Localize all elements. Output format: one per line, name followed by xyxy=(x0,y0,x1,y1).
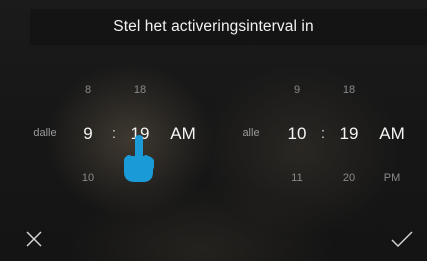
from-hour-next[interactable]: 10 xyxy=(82,172,94,184)
from-prefix-label: dalle xyxy=(33,127,57,139)
from-time-separator: : xyxy=(111,125,117,142)
close-icon[interactable] xyxy=(25,230,43,248)
to-minute-selected[interactable]: 19 xyxy=(340,124,359,144)
page-title: Stel het activeringsinterval in xyxy=(113,18,314,35)
to-minute-prev[interactable]: 18 xyxy=(343,84,355,96)
from-hour-prev[interactable]: 8 xyxy=(85,84,91,96)
to-prefix-label: alle xyxy=(242,127,260,139)
to-hour-next[interactable]: 11 xyxy=(291,172,302,184)
to-ampm-selected[interactable]: AM xyxy=(379,124,405,144)
to-minute-next[interactable]: 20 xyxy=(343,172,355,184)
checkmark-icon[interactable] xyxy=(390,230,414,248)
to-hour-prev[interactable]: 9 xyxy=(294,84,300,96)
screen: Stel het activeringsinterval in dalle 8 … xyxy=(0,0,427,261)
from-ampm-selected[interactable]: AM xyxy=(170,124,196,144)
to-time-separator: : xyxy=(320,125,326,142)
to-hour-selected[interactable]: 10 xyxy=(288,124,307,144)
to-ampm-next[interactable]: PM xyxy=(384,172,401,184)
from-minute-prev[interactable]: 18 xyxy=(134,84,146,96)
from-hour-selected[interactable]: 9 xyxy=(83,124,92,144)
hand-pointer-icon xyxy=(124,135,154,182)
